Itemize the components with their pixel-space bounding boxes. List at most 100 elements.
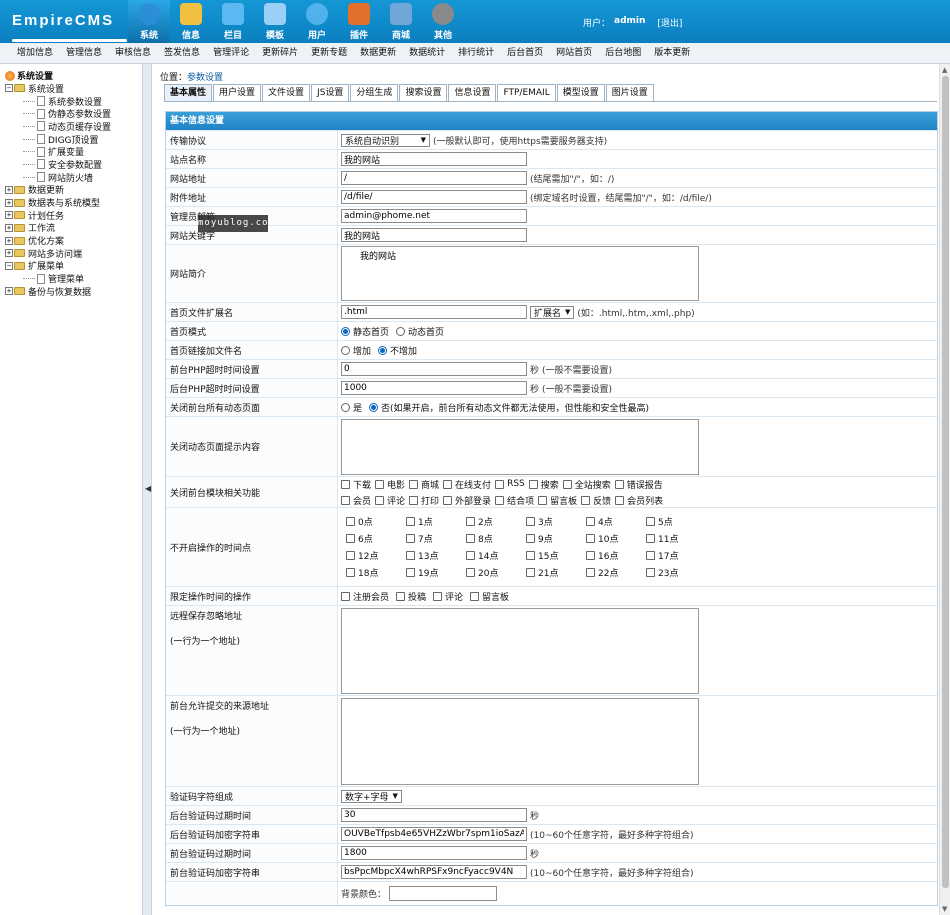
checkbox-option[interactable]: 投稿 — [396, 590, 426, 603]
checkbox-option[interactable]: 15点 — [526, 549, 582, 562]
backvtime-input[interactable] — [341, 808, 527, 822]
adminmail-input[interactable] — [341, 209, 527, 223]
tab[interactable]: 信息设置 — [448, 84, 497, 102]
topnav-item-7[interactable]: 其他 — [422, 0, 464, 43]
protocol-select[interactable]: 系统自动识别 ▼ — [341, 133, 430, 147]
sidebar-item[interactable]: 安全参数配置 — [5, 158, 142, 171]
checkbox-option[interactable]: 搜索 — [528, 478, 559, 491]
frontvkey-input[interactable] — [341, 865, 527, 879]
checkbox-option[interactable]: 7点 — [406, 532, 462, 545]
checkbox-option[interactable]: 下载 — [341, 478, 371, 491]
checkbox-option[interactable]: 反馈 — [581, 494, 611, 507]
topnav-item-6[interactable]: 商城 — [380, 0, 422, 43]
checkbox-option[interactable]: 19点 — [406, 566, 462, 579]
submenu-item[interactable]: 网站首页 — [556, 43, 592, 63]
expand-icon[interactable]: + — [5, 236, 13, 245]
checkbox-option[interactable]: 5点 — [646, 515, 702, 528]
topnav-item-4[interactable]: 用户 — [296, 0, 338, 43]
closedyn-yes[interactable]: 是 — [341, 401, 362, 414]
remote-textarea[interactable] — [341, 607, 699, 694]
homemode-static[interactable]: 静态首页 — [341, 325, 389, 338]
sidebar-item[interactable]: − 系统设置 — [5, 82, 142, 95]
fileurl-input[interactable] — [341, 190, 527, 204]
submenu-item[interactable]: 排行统计 — [458, 43, 494, 63]
expand-icon[interactable]: + — [5, 249, 13, 258]
checkbox-option[interactable]: 10点 — [586, 532, 642, 545]
frontvtime-input[interactable] — [341, 846, 527, 860]
checkbox-option[interactable]: 8点 — [466, 532, 522, 545]
checkbox-option[interactable]: 2点 — [466, 515, 522, 528]
breadcrumb-link[interactable]: 参数设置 — [187, 73, 223, 83]
tree-root[interactable]: 系统设置 — [5, 69, 142, 82]
sidebar-item[interactable]: + 数据更新 — [5, 184, 142, 196]
closedyn-no[interactable]: 否(如果开启，前台所有动态文件都无法使用，但性能和安全性最高) — [369, 401, 649, 414]
vcode-select[interactable]: 数字+字母 ▼ — [341, 789, 402, 803]
sidebar-item[interactable]: 伪静态参数设置 — [5, 107, 142, 120]
homelink-noadd[interactable]: 不增加 — [378, 344, 417, 357]
checkbox-option[interactable]: 9点 — [526, 532, 582, 545]
topnav-item-2[interactable]: 栏目 — [212, 0, 254, 43]
topnav-item-1[interactable]: 信息 — [170, 0, 212, 43]
submenu-item[interactable]: 管理信息 — [66, 43, 102, 63]
checkbox-option[interactable]: 会员 — [341, 494, 371, 507]
sidebar-item[interactable]: 网站防火墙 — [5, 171, 142, 184]
sidebar-item[interactable]: + 计划任务 — [5, 209, 142, 222]
checkbox-option[interactable]: 0点 — [346, 515, 402, 528]
backphp-input[interactable] — [341, 381, 527, 395]
checkbox-option[interactable]: 外部登录 — [443, 494, 491, 507]
submenu-item[interactable]: 管理评论 — [213, 43, 249, 63]
tab[interactable]: JS设置 — [311, 84, 350, 102]
homemode-dynamic[interactable]: 动态首页 — [396, 325, 444, 338]
checkbox-option[interactable]: 20点 — [466, 566, 522, 579]
submenu-item[interactable]: 增加信息 — [17, 43, 53, 63]
tab[interactable]: 用户设置 — [213, 84, 262, 102]
closetip-textarea[interactable] — [341, 418, 699, 475]
bgcolor-input[interactable] — [389, 886, 498, 901]
scroll-up-icon[interactable]: ▲ — [942, 66, 947, 74]
checkbox-option[interactable]: 全站搜索 — [562, 478, 611, 491]
checkbox-option[interactable]: 6点 — [346, 532, 402, 545]
tab[interactable]: 文件设置 — [262, 84, 311, 102]
checkbox-option[interactable]: 18点 — [346, 566, 402, 579]
submenu-item[interactable]: 更新碎片 — [262, 43, 298, 63]
checkbox-option[interactable]: 留言板 — [470, 590, 509, 603]
tab[interactable]: 模型设置 — [556, 84, 605, 102]
checkbox-option[interactable]: RSS — [495, 478, 525, 491]
tab[interactable]: 搜索设置 — [399, 84, 448, 102]
checkbox-option[interactable]: 留言板 — [538, 494, 577, 507]
ext-select[interactable]: 扩展名 ▼ — [530, 305, 575, 319]
sidebar-item[interactable]: 动态页缓存设置 — [5, 120, 142, 133]
ext-input[interactable] — [341, 305, 527, 319]
topnav-item-3[interactable]: 模板 — [254, 0, 296, 43]
checkbox-option[interactable]: 4点 — [586, 515, 642, 528]
logout-link[interactable]: [退出] — [657, 16, 682, 29]
checkbox-option[interactable]: 在线支付 — [443, 478, 491, 491]
sidebar-item[interactable]: 系统参数设置 — [5, 95, 142, 108]
submenu-item[interactable]: 后台首页 — [507, 43, 543, 63]
submenu-item[interactable]: 审核信息 — [115, 43, 151, 63]
checkbox-option[interactable]: 1点 — [406, 515, 462, 528]
checkbox-option[interactable]: 商城 — [409, 478, 439, 491]
tab[interactable]: 分组生成 — [350, 84, 399, 102]
checkbox-option[interactable]: 注册会员 — [341, 590, 389, 603]
intro-textarea[interactable]: 我的网站 — [341, 246, 699, 301]
sidebar-item[interactable]: 扩展变量 — [5, 145, 142, 158]
sidebar-splitter[interactable]: ◀ — [142, 64, 152, 915]
submenu-item[interactable]: 版本更新 — [654, 43, 690, 63]
expand-icon[interactable]: + — [5, 287, 13, 296]
expand-icon[interactable]: + — [5, 198, 13, 207]
expand-icon[interactable]: + — [5, 211, 13, 220]
submenu-item[interactable]: 更新专题 — [311, 43, 347, 63]
checkbox-option[interactable]: 12点 — [346, 549, 402, 562]
sidebar-item[interactable]: + 优化方案 — [5, 234, 142, 247]
tab[interactable]: 基本属性 — [164, 84, 213, 102]
checkbox-option[interactable]: 23点 — [646, 566, 702, 579]
submenu-item[interactable]: 数据统计 — [409, 43, 445, 63]
submenu-item[interactable]: 签发信息 — [164, 43, 200, 63]
collapse-arrow-icon[interactable]: ◀ — [145, 484, 151, 493]
scroll-thumb[interactable] — [942, 76, 949, 888]
checkbox-option[interactable]: 结合项 — [495, 494, 534, 507]
sidebar-item[interactable]: 管理菜单 — [5, 272, 142, 285]
expand-icon[interactable]: + — [5, 185, 13, 194]
tab[interactable]: FTP/EMAIL — [497, 84, 556, 102]
